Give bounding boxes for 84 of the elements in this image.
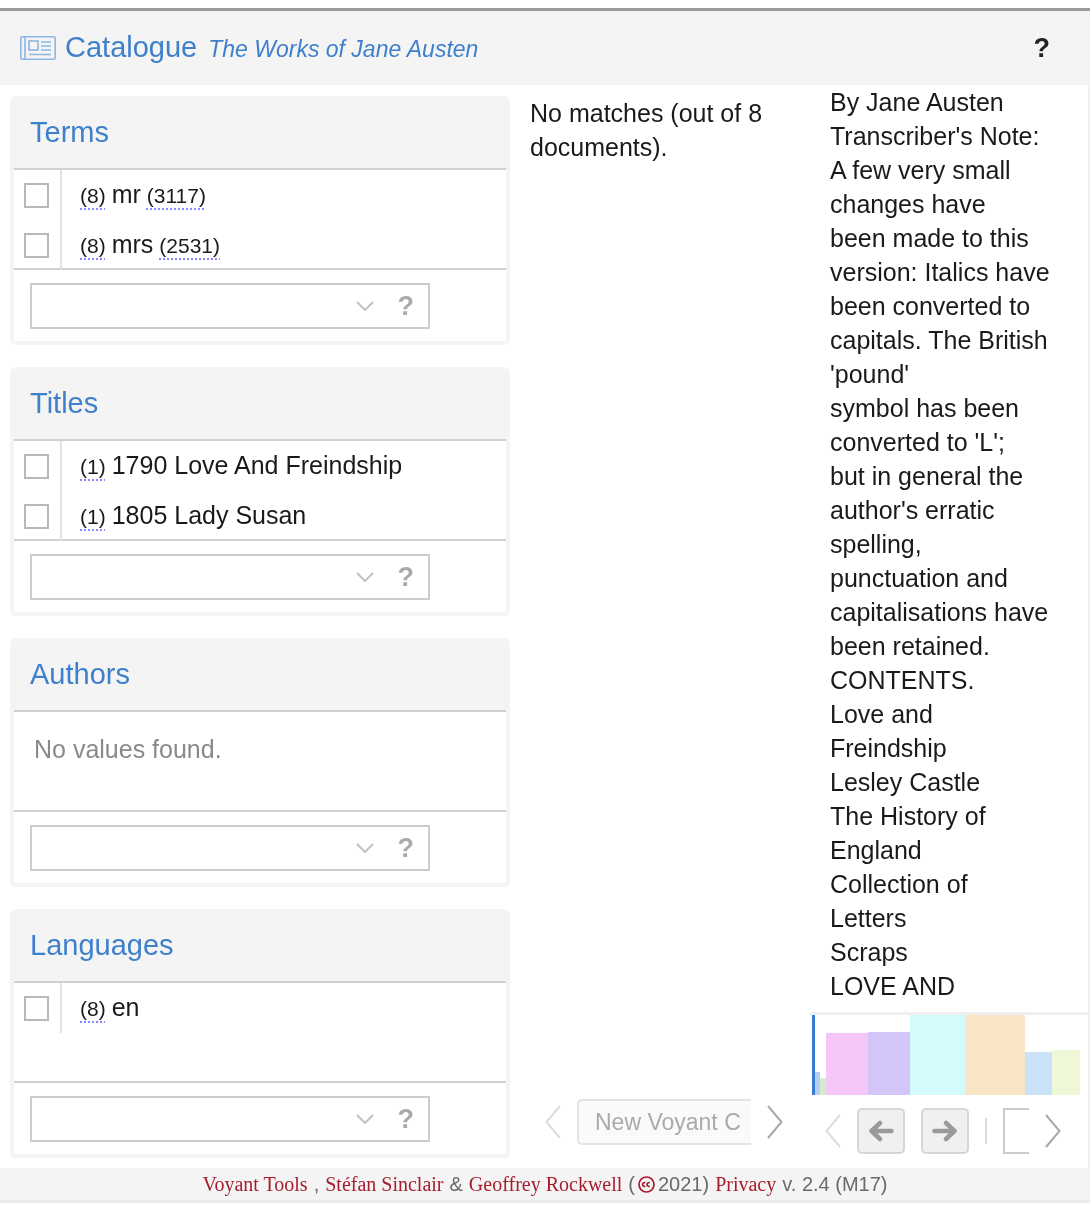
reader-text-line: been made to this [830, 223, 1029, 254]
newspaper-icon [20, 36, 56, 60]
checkbox[interactable] [24, 995, 49, 1021]
reader-text-line: but in general the [830, 461, 1024, 492]
term-count: (3117) [146, 183, 206, 210]
reader-text-line: By Jane Austen [830, 87, 1004, 118]
position-marker[interactable] [812, 1015, 815, 1095]
document-count: (1) [80, 454, 106, 481]
reader-text-line: spelling, [830, 529, 922, 560]
document-count: (8) [80, 996, 106, 1023]
facet-value[interactable]: en [111, 989, 140, 1027]
checkbox[interactable] [24, 453, 49, 479]
facet-value[interactable]: 1805 Lady Susan [111, 497, 307, 535]
reader-text-line: 'pound' [830, 359, 910, 390]
reader-text-line: author's erratic [830, 495, 995, 526]
document-count: (8) [80, 183, 106, 210]
document-segment-bar[interactable] [820, 1078, 826, 1095]
footer-text: 2021) [658, 1172, 710, 1197]
reader-text-line: CONTENTS. [830, 665, 975, 696]
arrow-right-icon [932, 1120, 958, 1142]
facet-title: Terms [30, 117, 109, 147]
reader-text-line: A few very small [830, 155, 1011, 186]
document-segment-bar[interactable] [965, 1015, 1025, 1095]
footer-text: & [449, 1172, 463, 1197]
facet-value[interactable]: 1790 Love And Freindship [111, 447, 403, 485]
footer-text: ( [628, 1172, 635, 1197]
chevron-down-icon[interactable] [355, 1114, 374, 1124]
reader-text-line: Letters [830, 903, 907, 934]
reader-text-line: been converted to [830, 291, 1031, 322]
reader-text-line: symbol has been [830, 393, 1019, 424]
footer-link[interactable]: Geoffrey Rockwell [468, 1169, 623, 1199]
panel-subtitle: The Works of Jane Austen [208, 35, 479, 65]
reader-text-line: Scraps [830, 937, 908, 968]
chevron-right-icon[interactable] [767, 1105, 783, 1139]
footer-link[interactable]: Privacy [715, 1169, 777, 1199]
checkbox[interactable] [24, 503, 49, 529]
reader-text-line: Transcriber's Note: [830, 121, 1040, 152]
back-button[interactable] [857, 1108, 905, 1154]
results-message: No matches (out of 8 documents). [530, 98, 764, 163]
document-count: (1) [80, 504, 106, 531]
document-segment-bar[interactable] [1052, 1050, 1080, 1095]
footer-text: , [313, 1172, 320, 1197]
panel-title: Catalogue [65, 30, 198, 66]
document-segment-bar[interactable] [1025, 1052, 1052, 1095]
chevron-down-icon[interactable] [355, 843, 374, 853]
reader-text-line: Lesley Castle [830, 767, 981, 798]
help-button[interactable]: ? [1033, 34, 1050, 62]
chevron-down-icon[interactable] [355, 572, 374, 582]
footer-link[interactable]: Voyant Tools [202, 1169, 308, 1199]
chevron-right-icon[interactable] [1045, 1114, 1061, 1148]
reader-text-line: changes have [830, 189, 986, 220]
reader-text-line: capitals. The British [830, 325, 1048, 356]
reader-text-line: Love and [830, 699, 933, 730]
empty-message: No values found. [34, 735, 222, 763]
reader-text-line: capitalisations have [830, 597, 1049, 628]
reader-text-line: LOVE AND [830, 971, 956, 1002]
arrow-left-icon [868, 1120, 894, 1142]
reader-text-line: England [830, 835, 922, 866]
reader-text-line: punctuation and [830, 563, 1008, 594]
chevron-down-icon[interactable] [355, 301, 374, 311]
checkbox[interactable] [24, 182, 49, 208]
term-count: (2531) [159, 233, 221, 260]
document-segment-bar[interactable] [868, 1032, 910, 1095]
reader-text-line: converted to 'L'; [830, 427, 1005, 458]
reader-text-line: Freindship [830, 733, 947, 764]
license-icon [638, 1175, 655, 1193]
reader-text-line: The History of [830, 801, 986, 832]
document-segment-bar[interactable] [826, 1033, 868, 1095]
reader-text-line: been retained. [830, 631, 990, 662]
forward-button[interactable] [921, 1108, 969, 1154]
document-segment-bar[interactable] [815, 1072, 820, 1095]
reader-text-line: Collection of [830, 869, 968, 900]
facet-value[interactable]: mr [111, 176, 141, 214]
reader-text-line: version: Italics have [830, 257, 1050, 288]
document-segment-bar[interactable] [910, 1015, 965, 1095]
facet-title: Titles [30, 388, 99, 418]
facet-title: Authors [30, 659, 130, 689]
checkbox[interactable] [24, 232, 49, 258]
document-count: (8) [80, 233, 106, 260]
footer-text: v. 2.4 (M17) [782, 1172, 888, 1197]
facet-value[interactable]: mrs [111, 226, 154, 264]
page-input-field[interactable] [1003, 1108, 1029, 1154]
footer-link[interactable]: Stéfan Sinclair [325, 1169, 444, 1199]
facet-title: Languages [30, 930, 174, 960]
